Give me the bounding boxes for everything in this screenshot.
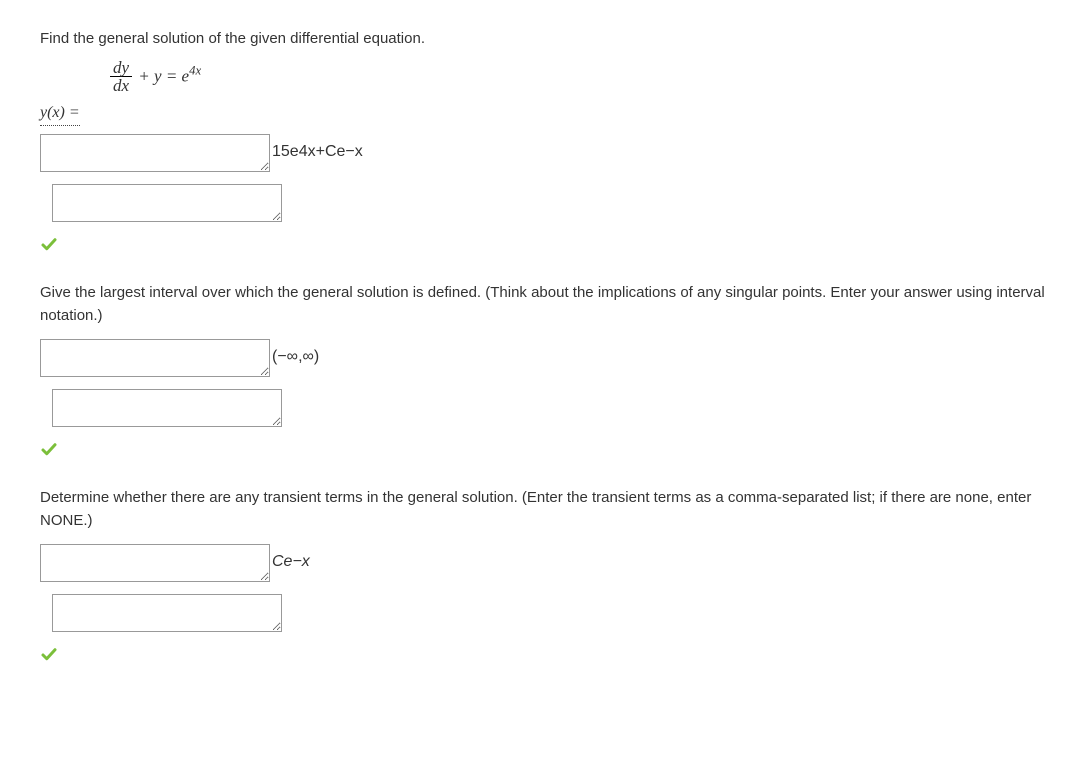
correct-check-icon bbox=[40, 646, 1052, 664]
answer-display-3: Ce−x bbox=[270, 550, 310, 582]
fraction-numerator: dy bbox=[110, 59, 132, 78]
equation: dy dx + y = e4x bbox=[110, 59, 1052, 96]
yx-label: y(x) = bbox=[40, 101, 80, 126]
answer-display-2: (−∞,∞) bbox=[270, 345, 319, 377]
answer-input-2b[interactable] bbox=[52, 389, 282, 427]
correct-check-icon bbox=[40, 441, 1052, 459]
correct-check-icon bbox=[40, 236, 1052, 254]
answer-input-3b[interactable] bbox=[52, 594, 282, 632]
answer-input-1b[interactable] bbox=[52, 184, 282, 222]
answer-input-2a[interactable] bbox=[40, 339, 270, 377]
equation-exponent: 4x bbox=[189, 63, 201, 77]
answer-display-1: 15e4x+Ce−x bbox=[270, 140, 363, 172]
question-1-prompt: Find the general solution of the given d… bbox=[40, 28, 1052, 51]
answer-input-1a[interactable] bbox=[40, 134, 270, 172]
answer-input-3a[interactable] bbox=[40, 544, 270, 582]
question-2-prompt: Give the largest interval over which the… bbox=[40, 282, 1052, 327]
equation-middle: + y = e bbox=[134, 66, 189, 85]
fraction-denominator: dx bbox=[110, 77, 132, 95]
question-3-prompt: Determine whether there are any transien… bbox=[40, 487, 1052, 532]
